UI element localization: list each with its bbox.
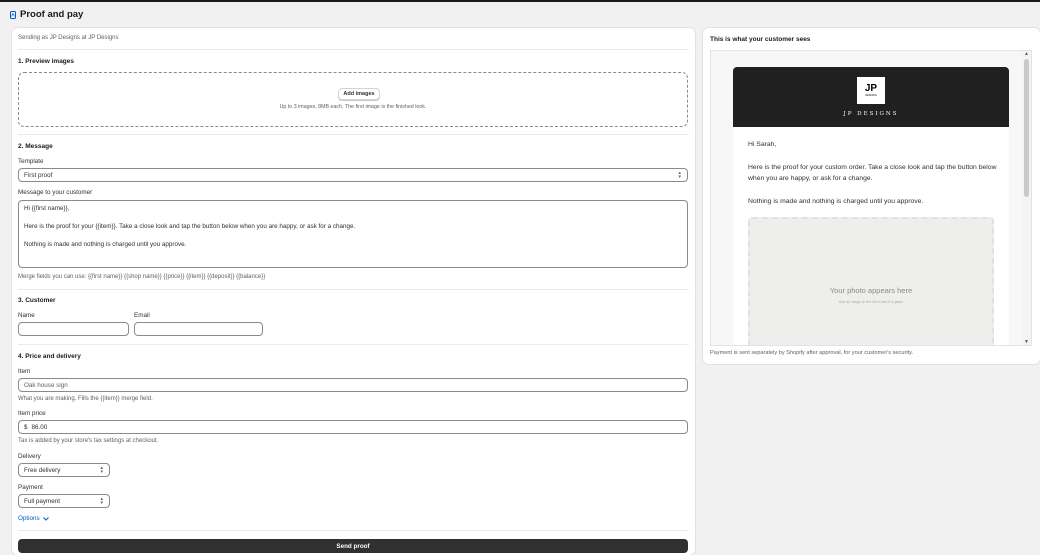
template-value: First proof — [24, 171, 53, 179]
proof-form-card: Sending as JP Designs at JP Designs 1. P… — [12, 28, 695, 555]
customer-preview-card: This is what your customer sees JP DESIG… — [703, 28, 1040, 364]
message-line: Nothing is made and nothing is charged u… — [24, 241, 187, 248]
email-header: JP DESIGNS JP DESIGNS — [733, 67, 1009, 127]
photo-placeholder-help: Add an image on the left to see it in pl… — [838, 300, 904, 304]
email-input[interactable] — [134, 322, 263, 336]
chevron-down-icon — [42, 516, 49, 521]
add-images-button[interactable]: Add images — [338, 88, 380, 100]
page-header: Proof and pay — [10, 9, 83, 20]
photo-placeholder-title: Your photo appears here — [829, 286, 913, 295]
chevron-up-down-icon: ▴ ▾ — [678, 170, 681, 180]
chevron-up-down-icon: ▴ ▾ — [100, 496, 103, 506]
item-price-input[interactable]: $ 86.00 — [18, 420, 688, 434]
message-line: Hi {{first name}}, — [24, 205, 70, 212]
divider — [18, 134, 689, 135]
logo-subtext: DESIGNS — [865, 94, 877, 97]
preview-scrollbar[interactable]: ▲ ▼ — [1021, 51, 1031, 345]
send-proof-button[interactable]: Send proof — [18, 539, 688, 553]
sender-text: Sending as JP Designs at JP Designs — [18, 35, 119, 41]
image-dropzone[interactable]: Add images Up to 3 images, 8MB each. The… — [18, 72, 688, 127]
scroll-up-icon[interactable]: ▲ — [1024, 51, 1029, 57]
payment-label: Payment — [18, 484, 43, 491]
email-body-1: Here is the proof for your custom order.… — [748, 164, 997, 182]
name-input[interactable] — [18, 322, 129, 336]
dropzone-help: Up to 3 images, 8MB each. The first imag… — [279, 104, 427, 110]
scroll-down-icon[interactable]: ▼ — [1024, 339, 1029, 345]
shop-logo: JP DESIGNS — [857, 77, 885, 104]
currency-symbol: $ — [24, 423, 28, 431]
email-preview: JP DESIGNS JP DESIGNS Hi Sarah, Here is … — [733, 67, 1009, 345]
section-heading-preview-images: 1. Preview images — [18, 58, 75, 65]
page-title: Proof and pay — [20, 9, 84, 20]
logo-text: JP — [864, 83, 878, 94]
message-line: Here is the proof for your {{item}}. Tak… — [24, 223, 356, 230]
section-heading-price: 4. Price and delivery — [18, 353, 81, 360]
email-label: Email — [134, 312, 150, 319]
merge-fields-help: Merge fields you can use: {{first name}}… — [18, 274, 266, 280]
proof-icon — [10, 10, 16, 19]
preview-heading: This is what your customer sees — [710, 36, 811, 43]
delivery-value: Free delivery — [24, 466, 61, 474]
divider — [18, 344, 689, 345]
delivery-label: Delivery — [18, 453, 41, 460]
options-label: Options — [18, 515, 40, 522]
payment-select[interactable]: Full payment ▴ ▾ — [18, 494, 110, 508]
scrollbar-thumb[interactable] — [1024, 59, 1029, 197]
top-bar — [0, 0, 1040, 2]
email-preview-frame[interactable]: JP DESIGNS JP DESIGNS Hi Sarah, Here is … — [710, 50, 1032, 346]
brand-name: JP DESIGNS — [843, 111, 899, 117]
photo-placeholder: Your photo appears here Add an image on … — [748, 217, 994, 345]
options-toggle[interactable]: Options — [18, 515, 49, 522]
payment-value: Full payment — [24, 497, 61, 505]
template-select[interactable]: First proof ▴ ▾ — [18, 168, 688, 182]
price-help: Tax is added by your store's tax setting… — [18, 438, 159, 444]
name-label: Name — [18, 312, 35, 319]
divider — [18, 49, 689, 50]
item-price-label: Item price — [18, 410, 46, 417]
item-placeholder: Oak house sign — [24, 381, 68, 389]
email-body-2: Nothing is made and nothing is charged u… — [748, 198, 924, 205]
delivery-select[interactable]: Free delivery ▴ ▾ — [18, 463, 110, 477]
message-label: Message to your customer — [18, 189, 93, 196]
item-label: Item — [18, 368, 31, 375]
item-help: What you are making. Fills the {{item}} … — [18, 396, 153, 402]
divider — [18, 530, 689, 531]
chevron-up-down-icon: ▴ ▾ — [100, 465, 103, 475]
item-input[interactable]: Oak house sign — [18, 378, 688, 392]
divider — [18, 289, 689, 290]
section-heading-message: 2. Message — [18, 143, 53, 150]
email-greeting: Hi Sarah, — [748, 141, 777, 148]
message-textarea[interactable]: Hi {{first name}}, Here is the proof for… — [18, 200, 688, 268]
preview-footer: Payment is sent separately by Shopify af… — [710, 350, 914, 356]
section-heading-customer: 3. Customer — [18, 297, 56, 304]
item-price-value: 86.00 — [31, 423, 48, 431]
template-label: Template — [18, 158, 44, 165]
